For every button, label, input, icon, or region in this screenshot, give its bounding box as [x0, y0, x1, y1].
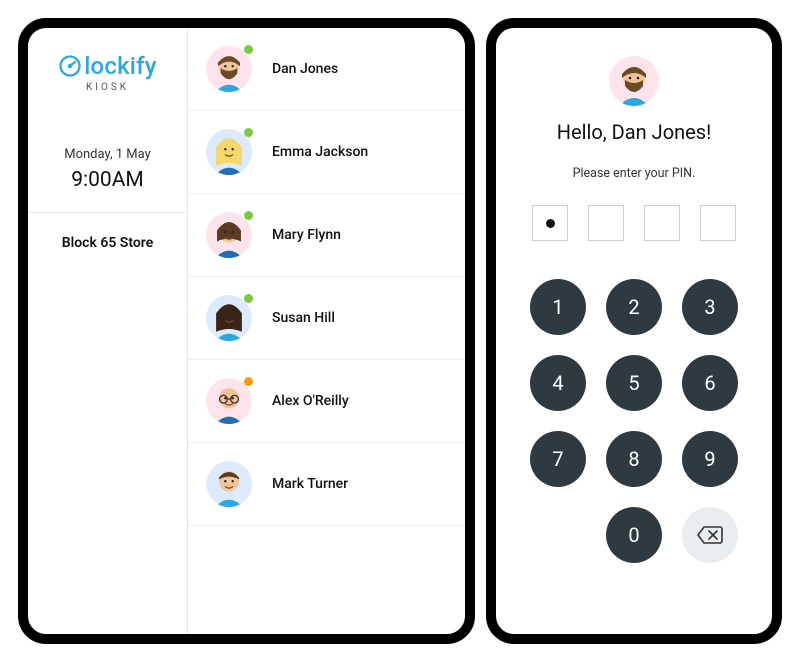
pin-digit-box[interactable] [644, 205, 680, 241]
brand-name: lockify [84, 52, 157, 80]
employee-name: Alex O'Reilly [272, 393, 349, 409]
employee-row[interactable]: Mark Turner [188, 443, 465, 526]
current-date: Monday, 1 May [28, 147, 187, 162]
greeting-text: Hello, Dan Jones! [557, 120, 712, 144]
pin-device: Hello, Dan Jones! Please enter your PIN.… [486, 18, 782, 644]
keypad-key-9[interactable]: 9 [682, 431, 738, 487]
keypad-key-0[interactable]: 0 [606, 507, 662, 563]
keypad-key-8[interactable]: 8 [606, 431, 662, 487]
brand-subtitle: KIOSK [58, 82, 157, 93]
employee-row[interactable]: Dan Jones [188, 28, 465, 111]
status-dot [244, 377, 253, 386]
employee-avatar [206, 212, 252, 258]
employee-name: Emma Jackson [272, 144, 368, 160]
sidebar: lockify KIOSK Monday, 1 May 9:00AM Block… [28, 28, 188, 634]
selected-employee-avatar [609, 56, 659, 106]
clockify-logo-icon [58, 54, 82, 78]
employee-name: Dan Jones [272, 61, 338, 77]
location-name: Block 65 Store [62, 235, 154, 251]
employee-row[interactable]: Susan Hill [188, 277, 465, 360]
employee-row[interactable]: Mary Flynn [188, 194, 465, 277]
status-dot [244, 128, 253, 137]
numeric-keypad: 123 456 7890 [530, 279, 738, 563]
employee-name: Mark Turner [272, 476, 348, 492]
employee-name: Mary Flynn [272, 227, 341, 243]
pin-digit-box[interactable] [532, 205, 568, 241]
status-dot [244, 45, 253, 54]
employee-avatar [206, 461, 252, 507]
kiosk-device: lockify KIOSK Monday, 1 May 9:00AM Block… [18, 18, 475, 644]
keypad-key-1[interactable]: 1 [530, 279, 586, 335]
backspace-icon [697, 526, 723, 544]
keypad-key-7[interactable]: 7 [530, 431, 586, 487]
keypad-backspace[interactable] [682, 507, 738, 563]
status-dot [244, 294, 253, 303]
employee-avatar [206, 378, 252, 424]
pin-digit-box[interactable] [588, 205, 624, 241]
employee-name: Susan Hill [272, 310, 335, 326]
employee-avatar [206, 295, 252, 341]
keypad-key-6[interactable]: 6 [682, 355, 738, 411]
pin-input-fields [532, 205, 736, 241]
employee-row[interactable]: Alex O'Reilly [188, 360, 465, 443]
keypad-key-4[interactable]: 4 [530, 355, 586, 411]
keypad-key-2[interactable]: 2 [606, 279, 662, 335]
pin-filled-dot [546, 219, 555, 228]
pin-instruction: Please enter your PIN. [573, 166, 696, 181]
keypad-key-5[interactable]: 5 [606, 355, 662, 411]
keypad-spacer [530, 507, 586, 563]
employee-avatar [206, 129, 252, 175]
status-dot [244, 211, 253, 220]
keypad-key-3[interactable]: 3 [682, 279, 738, 335]
employee-avatar [206, 46, 252, 92]
employee-row[interactable]: Emma Jackson [188, 111, 465, 194]
current-time: 9:00AM [28, 168, 187, 192]
date-time-block: Monday, 1 May 9:00AM [28, 147, 187, 213]
brand-logo: lockify KIOSK [58, 28, 157, 99]
greeting-name: Dan Jones [612, 120, 706, 144]
pin-digit-box[interactable] [700, 205, 736, 241]
employee-list: Dan Jones Emma Jackson Mary Flynn Susan … [188, 28, 465, 634]
